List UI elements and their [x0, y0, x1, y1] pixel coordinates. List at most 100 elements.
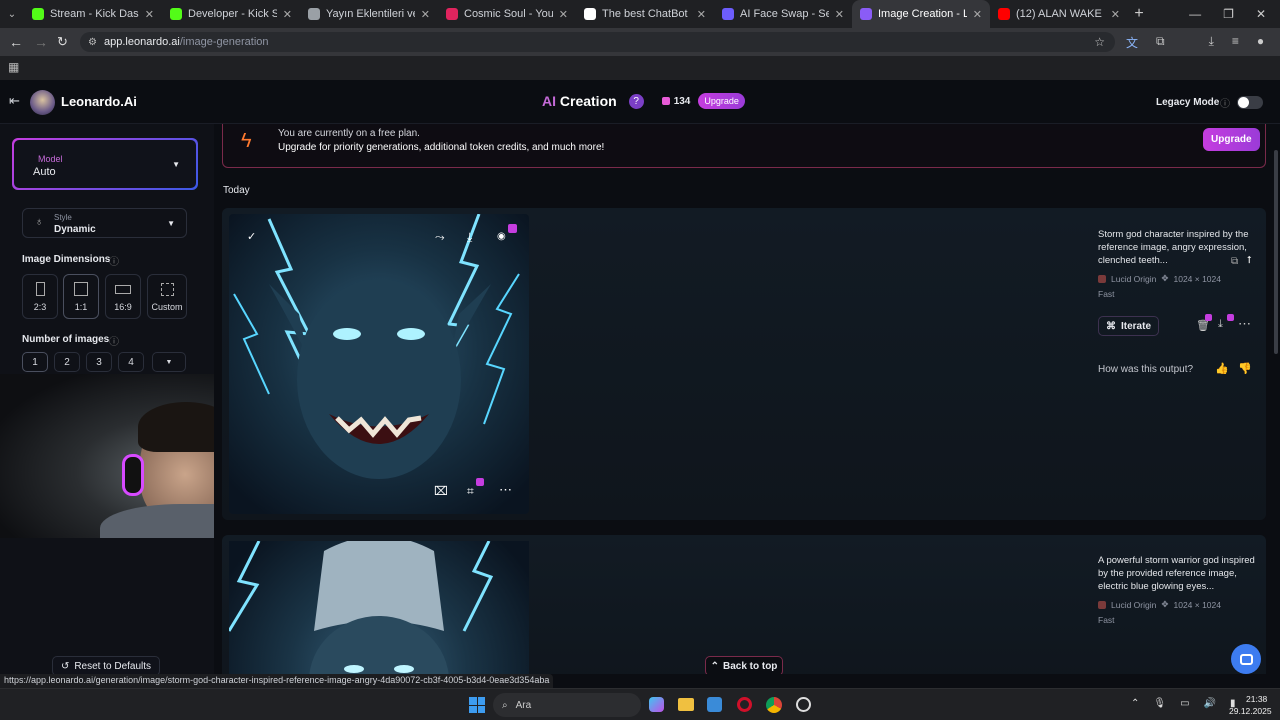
browser-tab[interactable]: (12) ALAN WAKE YAŞIYO ✕: [990, 0, 1128, 28]
other-app-icon[interactable]: [796, 697, 811, 712]
gen-download-icon[interactable]: ⤓: [1218, 318, 1223, 331]
network-icon[interactable]: ▭: [1180, 698, 1189, 709]
back-to-top-button[interactable]: ⌃ Back to top: [705, 656, 783, 674]
thumbs-down-icon[interactable]: 👎: [1238, 362, 1252, 375]
style-bulb-icon: ♁: [35, 216, 44, 228]
tray-chevron-icon[interactable]: ⌃: [1131, 698, 1139, 709]
num-images-more[interactable]: ▼: [152, 352, 186, 372]
tab-close-icon[interactable]: ✕: [697, 8, 706, 21]
share-icon[interactable]: ⤳: [435, 230, 445, 245]
num-images-1[interactable]: 1: [22, 352, 48, 372]
maximize-icon[interactable]: ❐: [1223, 7, 1234, 21]
style-selector[interactable]: ♁ Style Dynamic ▼: [22, 208, 187, 238]
num-images-4[interactable]: 4: [118, 352, 144, 372]
clock-time[interactable]: 21:38: [1246, 694, 1267, 704]
browser-tab[interactable]: Stream - Kick Dashbo ✕: [24, 0, 162, 28]
tab-close-icon[interactable]: ✕: [973, 8, 982, 21]
logo-text[interactable]: Leonardo.Ai: [61, 94, 137, 109]
reset-defaults-button[interactable]: ↺ Reset to Defaults: [52, 656, 160, 676]
reload-icon[interactable]: ↻: [57, 34, 68, 50]
chat-support-button[interactable]: [1231, 644, 1261, 674]
browser-tab[interactable]: Cosmic Soul - YouTub ✕: [438, 0, 576, 28]
browser-tab[interactable]: Developer - Kick Streamin ✕: [162, 0, 300, 28]
select-check-icon[interactable]: ✓: [247, 230, 256, 243]
image-more-icon[interactable]: ⋯: [499, 482, 512, 498]
lightning-bolt-right: [462, 541, 494, 632]
generated-image[interactable]: ✓ ⤳ ⤓ ◉ ⌧ ⌗ ⋯: [229, 214, 529, 514]
browser-tab[interactable]: Image Creation - Leonard ✕: [852, 0, 990, 28]
apps-grid-icon[interactable]: ▦: [8, 60, 19, 74]
copilot-icon[interactable]: [649, 697, 664, 712]
thumbs-up-icon[interactable]: 👍: [1215, 362, 1229, 375]
profile-icon[interactable]: ●: [1257, 34, 1264, 51]
legacy-mode-toggle[interactable]: [1237, 96, 1263, 109]
help-icon[interactable]: ?: [628, 93, 644, 109]
dim-custom[interactable]: Custom: [147, 274, 187, 319]
status-url: https://app.leonardo.ai/generation/image…: [4, 675, 550, 685]
forward-icon[interactable]: →: [34, 34, 48, 50]
dim-2-3[interactable]: 2:3: [22, 274, 58, 319]
copy-prompt-icon[interactable]: ⧉: [1231, 256, 1238, 267]
generated-image[interactable]: [229, 541, 529, 674]
generation-card: ✓ ⤳ ⤓ ◉ ⌧ ⌗ ⋯ Storm god character inspir…: [222, 208, 1266, 520]
scrollbar[interactable]: [1274, 150, 1278, 354]
tab-close-icon[interactable]: ✕: [145, 8, 154, 21]
browser-tab[interactable]: AI Face Swap - Seamless ✕: [714, 0, 852, 28]
opera-icon[interactable]: [737, 697, 752, 712]
store-icon[interactable]: [707, 697, 722, 712]
header-upgrade-button[interactable]: Upgrade: [698, 93, 745, 109]
legacy-info-icon[interactable]: ⓘ: [1220, 95, 1230, 110]
dim-16-9[interactable]: 16:9: [105, 274, 141, 319]
banner-upgrade-button[interactable]: Upgrade: [1203, 128, 1260, 151]
tab-favicon-icon: [998, 8, 1010, 20]
dimensions-info-icon[interactable]: ⓘ: [109, 253, 119, 268]
iterate-button[interactable]: ⌘ Iterate: [1098, 316, 1159, 336]
lightning-bolt-far-left: [233, 293, 270, 395]
num-images-title: Number of images: [22, 334, 110, 345]
tab-search-chevron-icon[interactable]: ⌄: [0, 9, 24, 20]
minimize-icon[interactable]: —: [1189, 7, 1201, 21]
view-icon[interactable]: ◉: [497, 231, 506, 242]
bookmark-star-icon[interactable]: ☆: [1094, 35, 1105, 49]
volume-icon[interactable]: 🔊: [1204, 698, 1216, 709]
download-icon[interactable]: ⤓: [1209, 34, 1214, 51]
chrome-icon[interactable]: [766, 697, 782, 713]
tab-close-icon[interactable]: ✕: [421, 8, 430, 21]
new-tab-icon[interactable]: +: [1128, 5, 1150, 23]
translate-icon[interactable]: 文: [1126, 34, 1138, 51]
collapse-sidebar-icon[interactable]: ⇤: [9, 93, 20, 109]
tab-close-icon[interactable]: ✕: [283, 8, 292, 21]
model-selector[interactable]: Model Auto ▼: [12, 138, 198, 190]
num-images-1-label: 1: [32, 356, 38, 368]
reuse-prompt-icon[interactable]: ⭡: [1247, 255, 1252, 266]
num-images-3[interactable]: 3: [86, 352, 112, 372]
remove-bg-icon[interactable]: ⌧: [434, 484, 448, 498]
media-controls-icon[interactable]: ≡: [1232, 34, 1239, 51]
crop-icon[interactable]: ⌗: [467, 484, 474, 499]
num-images-2[interactable]: 2: [54, 352, 80, 372]
browser-tab[interactable]: The best ChatBot and Wi ✕: [576, 0, 714, 28]
dim-1-1[interactable]: 1:1: [63, 274, 99, 319]
num-images-info-icon[interactable]: ⓘ: [109, 333, 119, 348]
file-explorer-icon[interactable]: [678, 698, 694, 711]
image-download-icon[interactable]: ⤓: [467, 230, 472, 245]
gen-more-icon[interactable]: ⋯: [1238, 316, 1251, 332]
clock-date[interactable]: 29.12.2025: [1229, 706, 1272, 716]
close-window-icon[interactable]: ✕: [1256, 7, 1266, 21]
tab-favicon-icon: [722, 8, 734, 20]
left-eye: [344, 665, 364, 673]
site-info-icon[interactable]: ⚙: [88, 37, 97, 48]
tab-close-icon[interactable]: ✕: [1111, 8, 1120, 21]
tab-close-icon[interactable]: ✕: [559, 8, 568, 21]
mic-icon[interactable]: 🎙: [1153, 698, 1166, 709]
bookmarks-bar: ▦: [0, 56, 1280, 80]
address-bar[interactable]: ⚙ app.leonardo.ai/image-generation ☆: [80, 32, 1115, 52]
start-button[interactable]: [469, 697, 485, 713]
prompt-text[interactable]: A powerful storm warrior god inspired by…: [1098, 554, 1258, 593]
back-icon[interactable]: ←: [9, 34, 23, 50]
browser-tab[interactable]: Yayın Eklentileri ve İfadele ✕: [300, 0, 438, 28]
tab-close-icon[interactable]: ✕: [835, 8, 844, 21]
gen-speed: Fast: [1098, 615, 1115, 625]
taskbar-search[interactable]: ⌕ Ara: [493, 693, 641, 717]
extensions-icon[interactable]: ⧉: [1156, 34, 1165, 51]
